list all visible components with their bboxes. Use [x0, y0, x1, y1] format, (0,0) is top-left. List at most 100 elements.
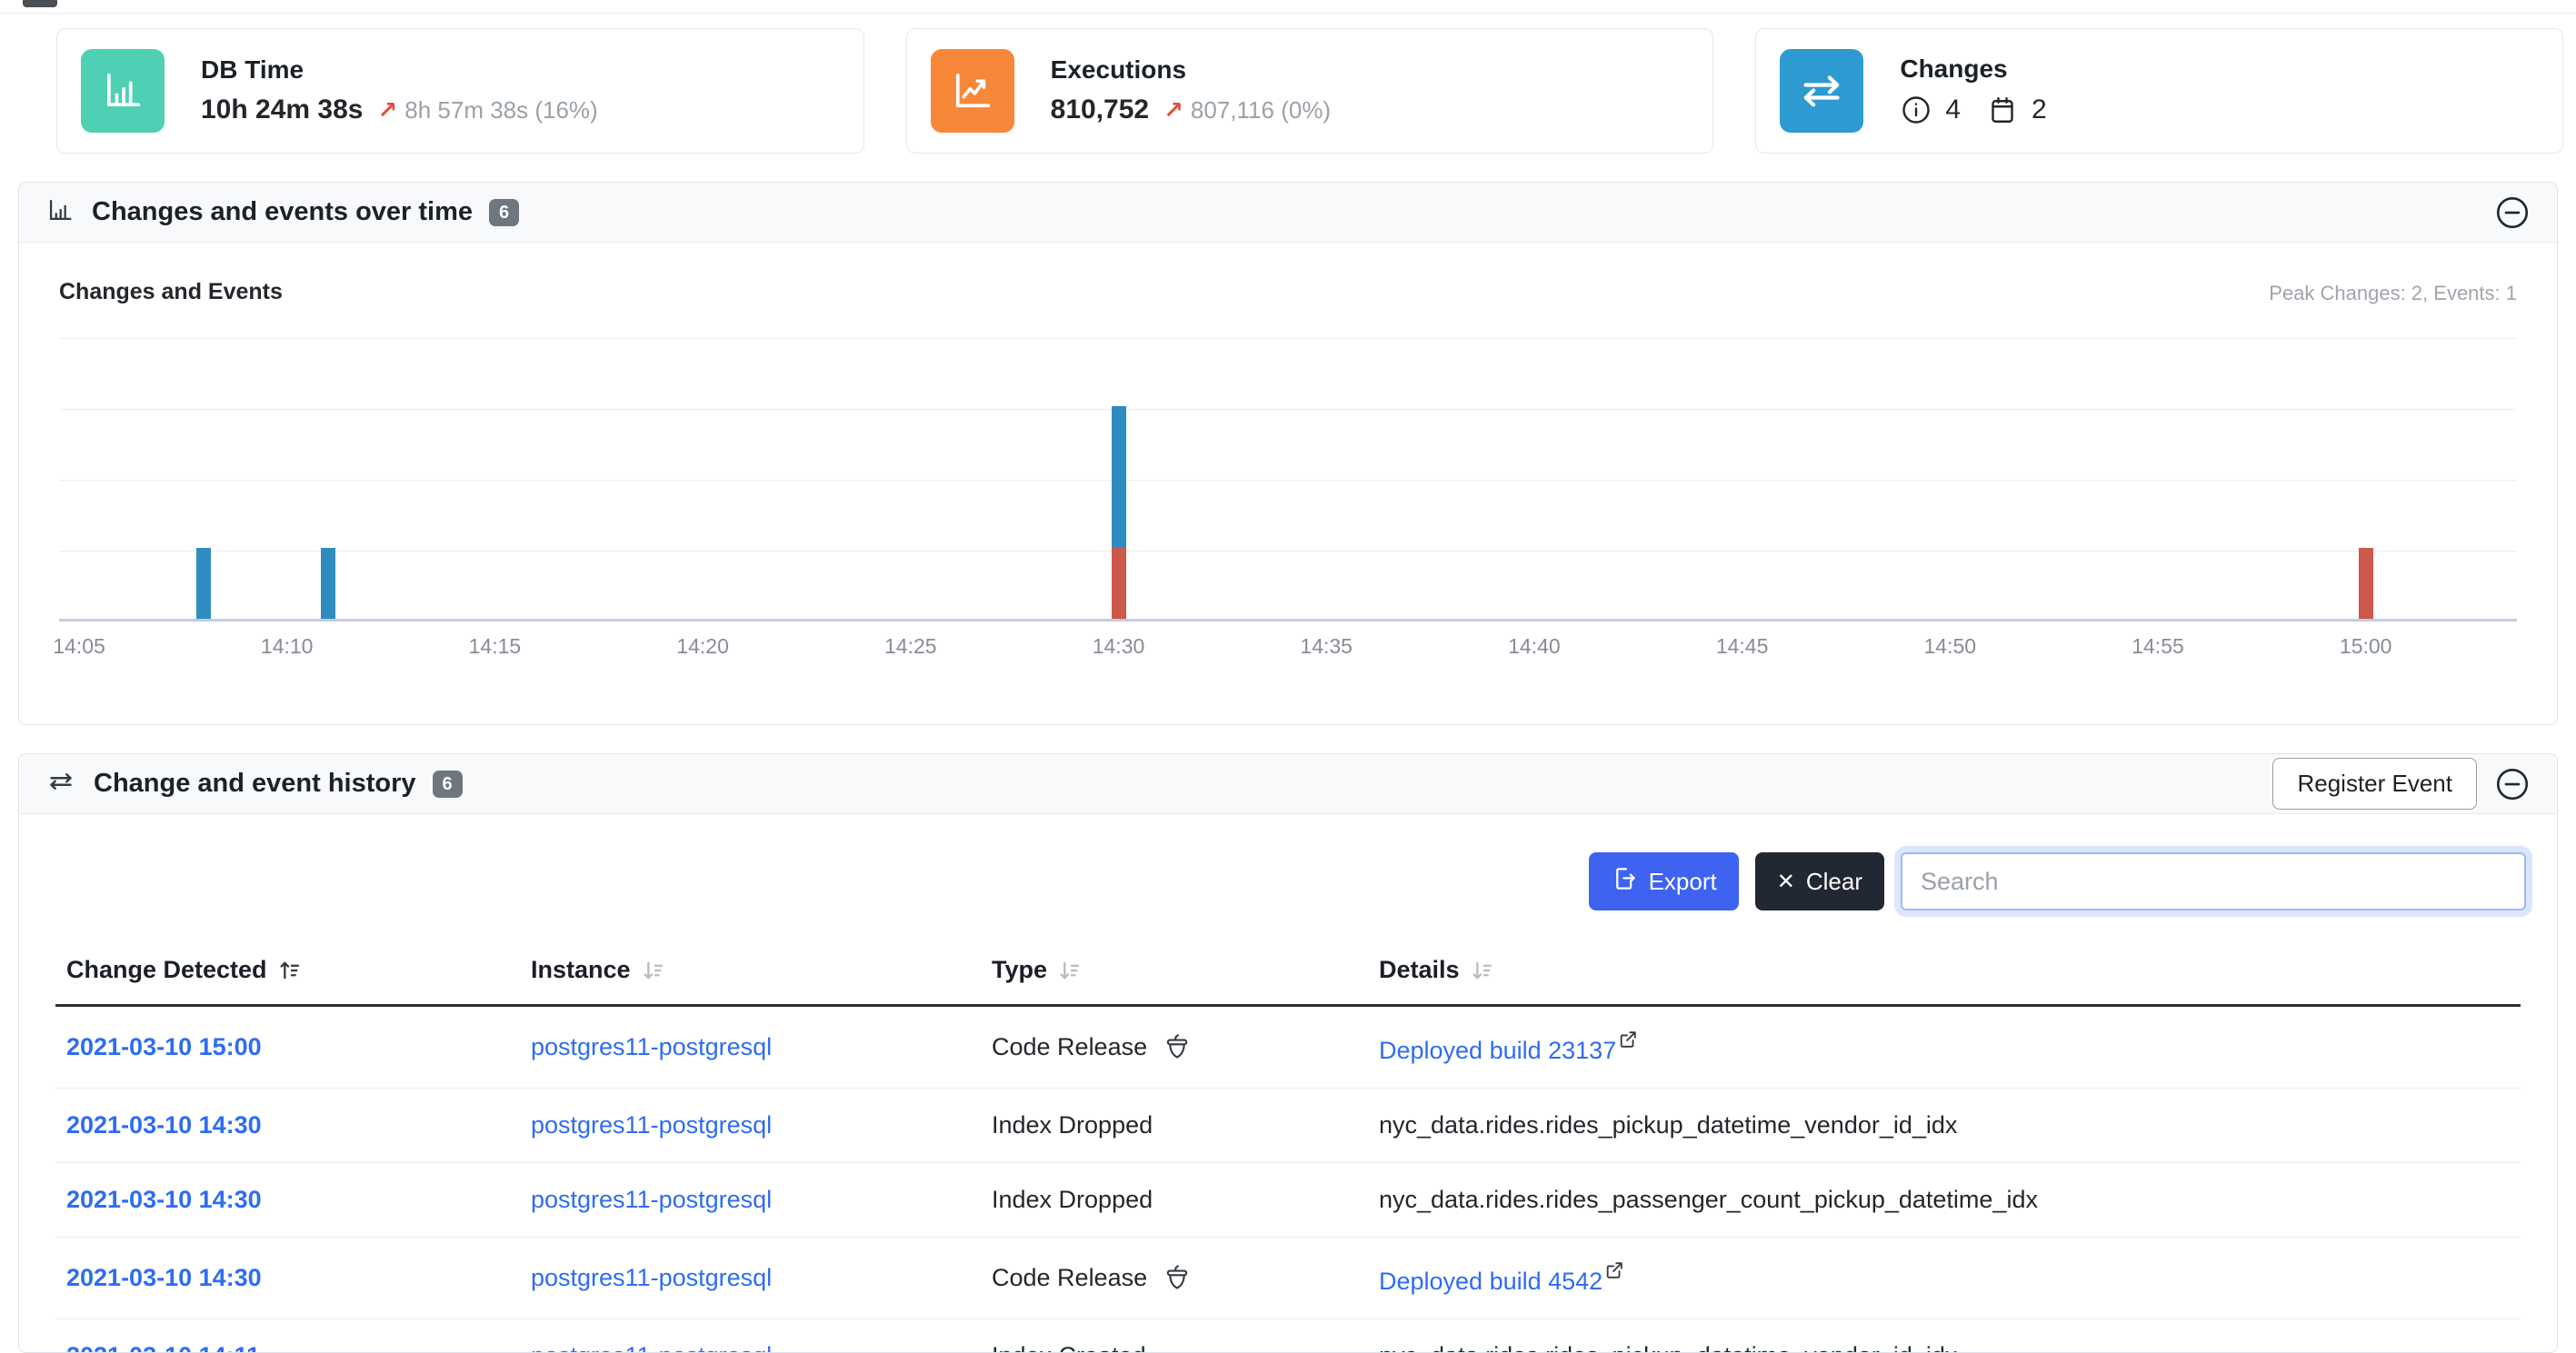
card-value: 10h 24m 38s [201, 95, 363, 125]
history-table: Change Detected Instance Type Details 20… [55, 941, 2521, 1353]
event-bar [1112, 548, 1126, 619]
panel-title: Change and event history [94, 769, 416, 799]
change-bar [1112, 406, 1126, 548]
type-cell: Code Release [992, 1263, 1357, 1294]
change-bar [321, 548, 335, 619]
table-row: 2021-03-10 14:11 postgres11-postgresql Ind… [55, 1319, 2521, 1353]
line-chart-icon [931, 49, 1014, 133]
external-link-icon [1604, 1260, 1624, 1280]
clear-button[interactable]: ✕ Clear [1755, 852, 1884, 910]
bar-chart-small-icon [45, 194, 75, 230]
card-title: DB Time [201, 56, 598, 85]
panel-header: Changes and events over time 6 [19, 183, 2557, 243]
count-badge: 6 [433, 771, 463, 798]
table-row: 2021-03-10 14:30 postgres11-postgresql Ind… [55, 1089, 2521, 1163]
chart-title: Changes and Events [59, 279, 283, 305]
collapse-panel-button[interactable] [2493, 765, 2531, 803]
chart-gridline [59, 551, 2517, 552]
change-detected-link[interactable]: 2021-03-10 14:30 [66, 1111, 262, 1139]
details-link[interactable]: Deployed build 23137 [1379, 1037, 1616, 1064]
sort-desc-icon [1056, 958, 1082, 983]
type-cell: Index Dropped [992, 1111, 1357, 1139]
acorn-icon [1162, 1263, 1193, 1294]
type-cell: Index Dropped [992, 1186, 1357, 1214]
x-tick-label: 14:05 [53, 634, 105, 659]
close-icon: ✕ [1777, 869, 1795, 895]
x-tick-label: 15:00 [2340, 634, 2392, 659]
card-trend: ↗ 807,116 (0%) [1163, 96, 1331, 124]
panel-change-history: Change and event history 6 Register Even… [18, 753, 2558, 1353]
collapse-panel-button[interactable] [2493, 194, 2531, 232]
change-detected-link[interactable]: 2021-03-10 15:00 [66, 1033, 262, 1060]
instance-link[interactable]: postgres11-postgresql [531, 1186, 772, 1213]
table-controls: Export ✕ Clear [19, 814, 2557, 910]
sort-asc-icon [276, 958, 302, 983]
column-label: Type [992, 956, 1047, 984]
chart-gridline [59, 409, 2517, 410]
trend-up-icon: ↗ [1163, 96, 1183, 124]
type-label: Code Release [992, 1264, 1147, 1292]
details-text: nyc_data.rides.rides_pickup_datetime_ven… [1379, 1342, 1957, 1353]
type-label: Index Created [992, 1342, 1146, 1353]
sort-desc-icon [640, 958, 665, 983]
card-title: Executions [1051, 56, 1331, 85]
card-trend: ↗ 8h 57m 38s (16%) [377, 96, 597, 124]
chart-plot [59, 338, 2517, 622]
trend-text: 807,116 (0%) [1191, 96, 1331, 124]
x-tick-label: 14:50 [1924, 634, 1977, 659]
table-row: 2021-03-10 14:30 postgres11-postgresql Cod… [55, 1238, 2521, 1319]
table-row: 2021-03-10 14:30 postgres11-postgresql Ind… [55, 1163, 2521, 1238]
bar-chart-icon [81, 49, 165, 133]
details-text: nyc_data.rides.rides_pickup_datetime_ven… [1379, 1111, 1957, 1139]
event-bar [2359, 548, 2373, 619]
instance-link[interactable]: postgres11-postgresql [531, 1264, 772, 1291]
info-count: 4 [1945, 95, 1961, 125]
panel-title: Changes and events over time [92, 197, 473, 227]
swap-arrows-small-icon [45, 765, 77, 802]
trend-up-icon: ↗ [377, 96, 397, 124]
x-tick-label: 14:40 [1508, 634, 1561, 659]
column-header-change-detected[interactable]: Change Detected [55, 941, 520, 1006]
stat-card-changes: Changes 4 2 [1755, 28, 2563, 154]
type-cell: Index Created [992, 1342, 1357, 1353]
scrollbar-fragment [23, 0, 57, 7]
acorn-icon [1162, 1032, 1193, 1063]
count-badge: 6 [489, 199, 519, 226]
type-label: Code Release [992, 1033, 1147, 1061]
column-header-details[interactable]: Details [1368, 941, 2521, 1006]
details-link[interactable]: Deployed build 4542 [1379, 1268, 1603, 1295]
column-label: Details [1379, 956, 1460, 984]
column-label: Instance [531, 956, 631, 984]
x-tick-label: 14:25 [884, 634, 937, 659]
table-body: 2021-03-10 15:00 postgres11-postgresql Cod… [55, 1006, 2521, 1353]
details-text: nyc_data.rides.rides_passenger_count_pic… [1379, 1186, 2038, 1213]
x-tick-label: 14:30 [1093, 634, 1145, 659]
x-tick-label: 14:35 [1300, 634, 1353, 659]
panel-header: Change and event history 6 Register Even… [19, 754, 2557, 814]
external-link-icon [1618, 1030, 1638, 1050]
change-detected-link[interactable]: 2021-03-10 14:30 [66, 1264, 262, 1291]
table-row: 2021-03-10 15:00 postgres11-postgresql Cod… [55, 1006, 2521, 1089]
history-table-wrap: Change Detected Instance Type Details 20… [19, 910, 2557, 1353]
register-event-button[interactable]: Register Event [2272, 758, 2477, 810]
column-header-type[interactable]: Type [981, 941, 1368, 1006]
calendar-count: 2 [2032, 95, 2047, 125]
x-tick-label: 14:20 [676, 634, 729, 659]
instance-link[interactable]: postgres11-postgresql [531, 1111, 772, 1139]
info-icon [1900, 94, 1932, 126]
trend-text: 8h 57m 38s (16%) [404, 96, 597, 124]
search-input[interactable] [1901, 852, 2526, 910]
instance-link[interactable]: postgres11-postgresql [531, 1342, 772, 1353]
change-detected-link[interactable]: 2021-03-10 14:30 [66, 1186, 262, 1213]
change-detected-link[interactable]: 2021-03-10 14:11 [66, 1342, 260, 1353]
stat-cards-row: DB Time 10h 24m 38s ↗ 8h 57m 38s (16%) E… [56, 28, 2563, 154]
panel-changes-over-time: Changes and events over time 6 Changes a… [18, 182, 2558, 725]
type-label: Index Dropped [992, 1111, 1153, 1139]
export-button[interactable]: Export [1589, 852, 1739, 910]
type-cell: Code Release [992, 1032, 1357, 1063]
swap-arrows-icon [1780, 49, 1863, 133]
x-tick-label: 14:45 [1716, 634, 1769, 659]
instance-link[interactable]: postgres11-postgresql [531, 1033, 772, 1060]
chart-x-axis: 14:0514:1014:1514:2014:2514:3014:3514:40… [59, 634, 2517, 680]
column-header-instance[interactable]: Instance [520, 941, 981, 1006]
